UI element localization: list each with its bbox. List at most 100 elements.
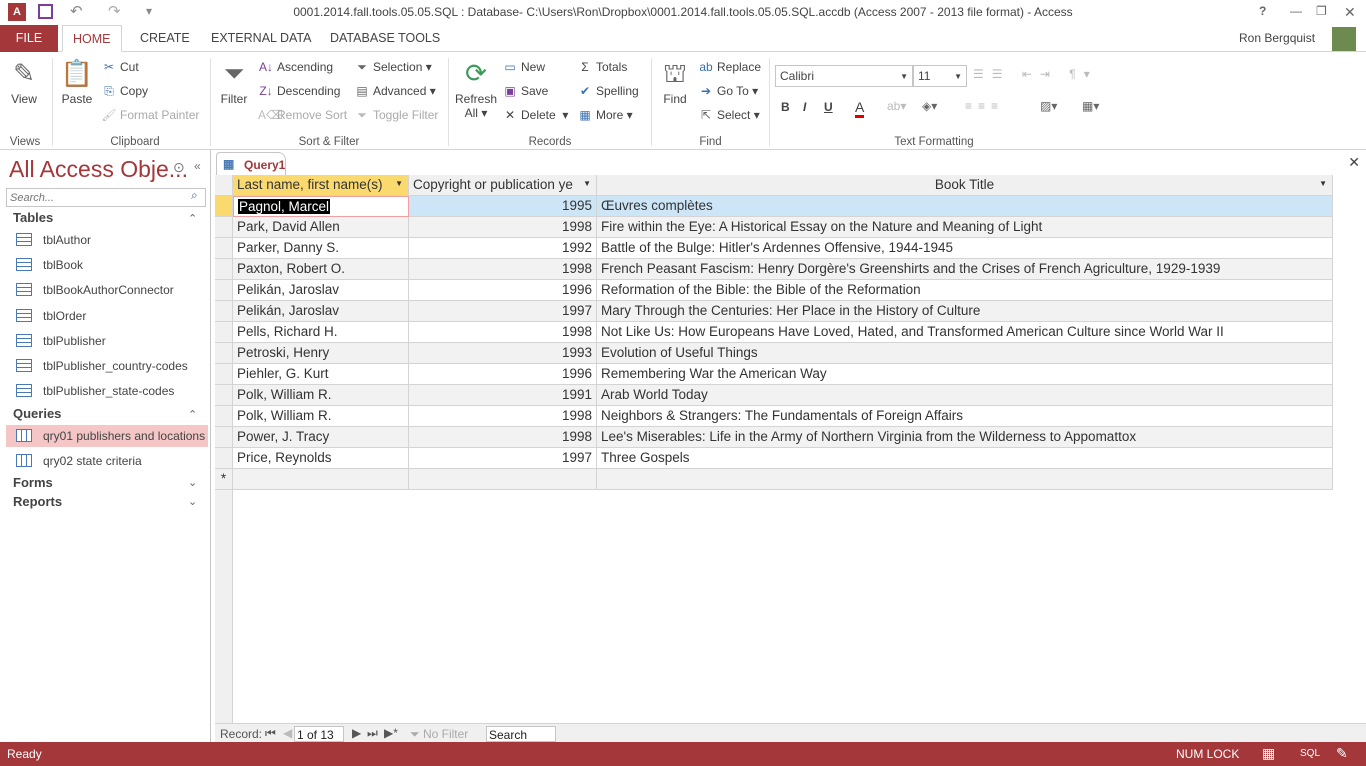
select-button[interactable]: ⇱ Select ▾: [698, 108, 760, 122]
design-view-icon[interactable]: ✎: [1336, 745, 1348, 762]
row-selector[interactable]: [215, 196, 233, 217]
table-cell[interactable]: Piehler, G. Kurt: [233, 364, 409, 385]
tab-external-data[interactable]: EXTERNAL DATA: [201, 25, 321, 52]
ascending-button[interactable]: A↓ Ascending: [258, 60, 333, 74]
cut-button[interactable]: ✂ Cut: [101, 60, 139, 74]
column-header[interactable]: Copyright or publication ye ▼: [409, 175, 597, 196]
tab-create[interactable]: CREATE: [130, 25, 200, 52]
row-selector[interactable]: [215, 238, 233, 259]
table-row[interactable]: Polk, William R. 1998 Neighbors & Stranger…: [215, 406, 1333, 427]
highlight-icon[interactable]: ab▾: [887, 99, 906, 113]
table-cell[interactable]: Paxton, Robert O.: [233, 259, 409, 280]
new-record-nav-button[interactable]: ▶*: [384, 726, 398, 740]
table-cell[interactable]: 1998: [409, 259, 597, 280]
nav-item-table[interactable]: tblAuthor: [6, 229, 208, 251]
nav-section-tables[interactable]: Tables: [13, 210, 53, 225]
nav-item-table[interactable]: tblBookAuthorConnector: [6, 279, 208, 301]
table-cell[interactable]: Polk, William R.: [233, 385, 409, 406]
underline-button[interactable]: U: [824, 100, 833, 114]
row-selector[interactable]: [215, 280, 233, 301]
table-row[interactable]: Paxton, Robert O. 1998 French Peasant Fasc…: [215, 259, 1333, 280]
toggle-filter-button[interactable]: ⏷ Toggle Filter: [354, 108, 438, 123]
nav-section-queries[interactable]: Queries: [13, 406, 61, 421]
table-cell[interactable]: Pagnol, Marcel: [233, 196, 409, 217]
save-record-button[interactable]: ▣ Save: [502, 84, 548, 98]
delete-record-button[interactable]: ✕ Delete ▾: [502, 108, 568, 122]
column-dropdown-icon[interactable]: ▼: [1319, 179, 1327, 188]
table-row[interactable]: Pells, Richard H. 1998 Not Like Us: How Eu…: [215, 322, 1333, 343]
refresh-all-button[interactable]: ⟳ Refresh All ▾: [455, 58, 497, 120]
find-button[interactable]: ⛫ Find: [658, 58, 692, 106]
goto-button[interactable]: ➔ Go To ▾: [698, 84, 758, 98]
record-search-input[interactable]: Search: [486, 726, 556, 742]
table-cell[interactable]: Evolution of Useful Things: [597, 343, 1333, 364]
totals-button[interactable]: Σ Totals: [577, 60, 627, 74]
spelling-button[interactable]: ✔ Spelling: [577, 84, 639, 98]
table-cell[interactable]: 1998: [409, 322, 597, 343]
filter-button[interactable]: ⏷ Filter: [218, 58, 250, 106]
nav-item-table[interactable]: tblOrder: [6, 305, 208, 327]
search-icon[interactable]: ⌕: [191, 188, 198, 203]
table-cell[interactable]: Parker, Danny S.: [233, 238, 409, 259]
paste-button[interactable]: 📋 Paste: [58, 58, 96, 106]
fill-color-icon[interactable]: ◈▾: [922, 99, 937, 113]
close-document-button[interactable]: ✕: [1348, 154, 1360, 171]
tab-query1[interactable]: ▦ Query1: [216, 152, 286, 175]
nav-item-table[interactable]: tblPublisher_country-codes: [6, 355, 208, 377]
table-cell[interactable]: 1996: [409, 280, 597, 301]
selection-button[interactable]: ⏷ Selection ▾: [354, 60, 432, 75]
help-button[interactable]: ?: [1259, 4, 1266, 18]
chevron-down-icon[interactable]: ⌄: [188, 495, 197, 508]
table-cell[interactable]: Polk, William R.: [233, 406, 409, 427]
nav-item-table[interactable]: tblPublisher_state-codes: [6, 380, 208, 402]
sql-view-button[interactable]: SQL: [1300, 748, 1320, 759]
nav-item-query[interactable]: qry02 state criteria: [6, 450, 208, 472]
table-cell[interactable]: [597, 469, 1333, 490]
select-all-corner[interactable]: [215, 175, 233, 196]
close-button[interactable]: ✕: [1344, 4, 1356, 21]
restore-button[interactable]: ❐: [1316, 4, 1327, 18]
table-cell[interactable]: Neighbors & Strangers: The Fundamentals …: [597, 406, 1333, 427]
row-selector[interactable]: [215, 322, 233, 343]
nav-item-table[interactable]: tblPublisher: [6, 330, 208, 352]
table-cell[interactable]: French Peasant Fascism: Henry Dorgère's …: [597, 259, 1333, 280]
table-cell[interactable]: Lee's Miserables: Life in the Army of No…: [597, 427, 1333, 448]
row-selector[interactable]: [215, 259, 233, 280]
font-color-icon[interactable]: A: [855, 99, 865, 118]
nav-section-forms[interactable]: Forms: [13, 475, 53, 490]
table-row[interactable]: Piehler, G. Kurt 1996 Remembering War the …: [215, 364, 1333, 385]
table-cell[interactable]: Fire within the Eye: A Historical Essay …: [597, 217, 1333, 238]
collapse-nav-icon[interactable]: «: [194, 159, 201, 173]
table-cell[interactable]: 1996: [409, 364, 597, 385]
table-cell[interactable]: Arab World Today: [597, 385, 1333, 406]
table-cell[interactable]: Mary Through the Centuries: Her Place in…: [597, 301, 1333, 322]
gridlines-icon[interactable]: ▨▾: [1040, 99, 1057, 113]
row-selector[interactable]: [215, 343, 233, 364]
alternate-row-color-icon[interactable]: ▦▾: [1082, 99, 1099, 113]
minimize-button[interactable]: —: [1290, 4, 1302, 18]
copy-button[interactable]: ⎘ Copy: [101, 84, 148, 99]
table-cell[interactable]: 1991: [409, 385, 597, 406]
table-cell[interactable]: 1998: [409, 406, 597, 427]
table-cell[interactable]: Battle of the Bulge: Hitler's Ardennes O…: [597, 238, 1333, 259]
table-cell[interactable]: Power, J. Tracy: [233, 427, 409, 448]
table-cell[interactable]: Park, David Allen: [233, 217, 409, 238]
remove-sort-button[interactable]: A⌫Remove Sort: [258, 108, 347, 122]
align-buttons[interactable]: ≡≡≡: [965, 99, 1004, 113]
table-cell[interactable]: Petroski, Henry: [233, 343, 409, 364]
descending-button[interactable]: Z↓ Descending: [258, 84, 340, 98]
table-cell[interactable]: Œuvres complètes: [597, 196, 1333, 217]
more-button[interactable]: ▦ More ▾: [577, 108, 632, 122]
column-header[interactable]: Book Title ▼: [597, 175, 1333, 196]
table-cell[interactable]: 1995: [409, 196, 597, 217]
no-filter-button[interactable]: ⏷ No Filter: [410, 727, 468, 742]
chevron-up-icon[interactable]: ⌃: [188, 408, 197, 421]
row-selector[interactable]: [215, 427, 233, 448]
replace-button[interactable]: ab Replace: [698, 60, 761, 74]
chevron-up-icon[interactable]: ⌃: [188, 212, 197, 225]
column-dropdown-icon[interactable]: ▼: [395, 179, 403, 188]
column-dropdown-icon[interactable]: ▼: [583, 179, 591, 188]
table-row[interactable]: Power, J. Tracy 1998 Lee's Miserables: Lif…: [215, 427, 1333, 448]
view-button[interactable]: ✎ View: [6, 58, 42, 106]
next-record-button[interactable]: ▶: [352, 726, 361, 740]
